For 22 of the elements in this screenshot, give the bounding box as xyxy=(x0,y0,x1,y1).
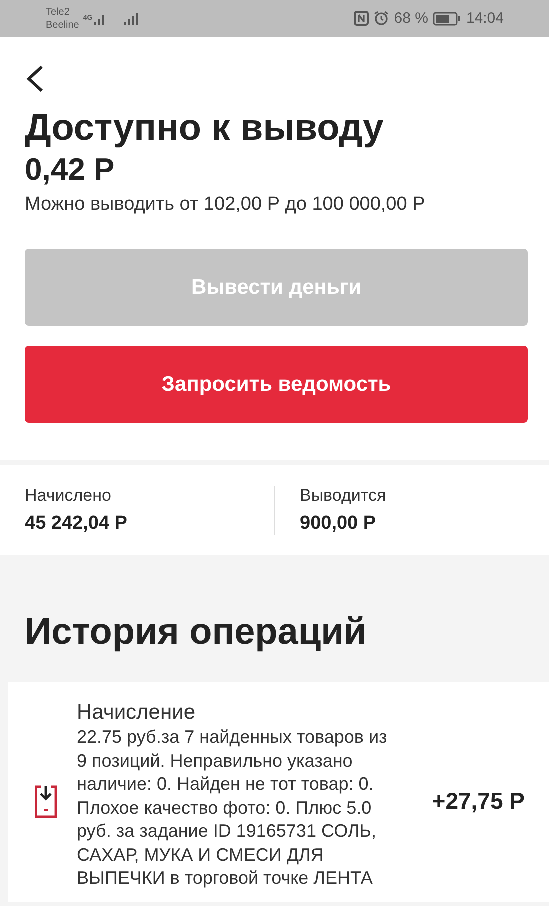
withdraw-limits: Можно выводить от 102,00 Р до 100 000,00 Р xyxy=(25,194,426,216)
available-amount: 0,42 Р xyxy=(25,151,115,189)
section-title: История операций xyxy=(25,610,367,654)
clock-time: 14:04 xyxy=(466,10,504,27)
page-title: Доступно к выводу xyxy=(25,107,384,149)
operation-amount: +27,75 Р xyxy=(432,788,525,814)
back-icon[interactable] xyxy=(25,65,45,93)
operation-description: 22.75 руб.за 7 найденных товаров из 9 позиций. Неправильно указано наличие: 0. Найден не тот товар: 0. Плохое качество фото: 0. Плюс 5.0 руб. за задание ID 19165731 СОЛЬ, САХАР, МУКА И СМЕСИ ДЛЯ ВЫПЕЧКИ в торговой точке ЛЕНТА xyxy=(77,726,388,890)
signal-icon xyxy=(122,12,139,26)
carrier-name: Tele2 xyxy=(46,6,71,18)
battery-percent: 68 % xyxy=(394,10,428,27)
request-statement-button[interactable]: Запросить ведомость xyxy=(25,346,528,423)
stat-label: Выводится xyxy=(300,486,386,506)
download-icon xyxy=(35,784,57,818)
alarm-icon xyxy=(374,11,390,26)
carrier-name: Beeline xyxy=(46,18,80,32)
nfc-icon xyxy=(354,11,370,26)
stat-value: 45 242,04 Р xyxy=(25,512,128,534)
operation-type: Начисление xyxy=(77,700,196,726)
battery-icon xyxy=(433,12,462,26)
stat-label: Начислено xyxy=(25,486,112,506)
stat-value: 900,00 Р xyxy=(300,512,376,534)
